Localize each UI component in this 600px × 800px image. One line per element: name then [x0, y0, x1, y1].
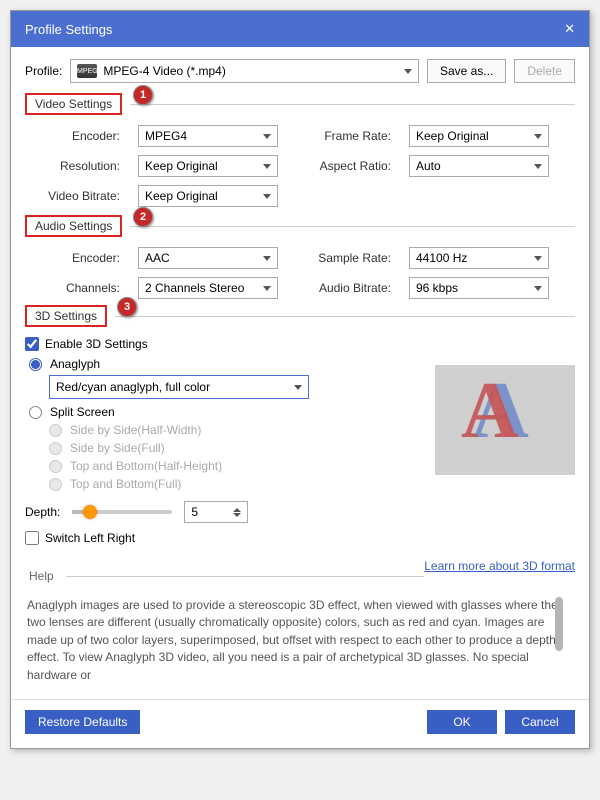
help-title: Help: [25, 567, 58, 585]
restore-defaults-button[interactable]: Restore Defaults: [25, 710, 140, 734]
tb-full-label: Top and Bottom(Full): [70, 477, 181, 491]
anaglyph-preview-icon: AA: [465, 380, 545, 460]
mpeg-icon: MPEG: [77, 64, 97, 78]
aspect-label: Aspect Ratio:: [296, 159, 391, 173]
depth-spinner[interactable]: 5: [184, 501, 248, 523]
encoder-label: Encoder:: [25, 129, 120, 143]
aspect-select[interactable]: Auto: [409, 155, 549, 177]
audio-encoder-label: Encoder:: [25, 251, 120, 265]
chevron-down-icon: [263, 134, 271, 139]
split-screen-label: Split Screen: [50, 405, 115, 419]
channels-label: Channels:: [25, 281, 120, 295]
framerate-select[interactable]: Keep Original: [409, 125, 549, 147]
3d-settings-header: 3D Settings 3: [25, 305, 575, 327]
audio-encoder-select[interactable]: AAC: [138, 247, 278, 269]
chevron-down-icon: [263, 286, 271, 291]
video-encoder-select[interactable]: MPEG4: [138, 125, 278, 147]
anaglyph-label: Anaglyph: [50, 357, 100, 371]
tb-full-radio: [49, 478, 62, 491]
channels-select[interactable]: 2 Channels Stereo: [138, 277, 278, 299]
video-bitrate-select[interactable]: Keep Original: [138, 185, 278, 207]
audio-settings-title: Audio Settings: [25, 215, 122, 237]
chevron-down-icon: [534, 286, 542, 291]
chevron-down-icon: [534, 164, 542, 169]
depth-slider[interactable]: [72, 510, 172, 514]
help-text: Anaglyph images are used to provide a st…: [25, 595, 575, 683]
chevron-down-icon: [263, 164, 271, 169]
profile-value: MPEG-4 Video (*.mp4): [103, 64, 226, 78]
chevron-down-icon: [294, 385, 302, 390]
delete-button: Delete: [514, 59, 575, 83]
tb-half-label: Top and Bottom(Half-Height): [70, 459, 222, 473]
samplerate-label: Sample Rate:: [296, 251, 391, 265]
badge-3: 3: [117, 297, 137, 317]
close-icon[interactable]: ✕: [564, 21, 575, 37]
profile-label: Profile:: [25, 64, 62, 78]
chevron-down-icon: [263, 256, 271, 261]
save-as-button[interactable]: Save as...: [427, 59, 506, 83]
video-bitrate-label: Video Bitrate:: [25, 189, 120, 203]
video-settings-header: Video Settings 1: [25, 93, 575, 115]
sbs-half-label: Side by Side(Half-Width): [70, 423, 201, 437]
badge-2: 2: [133, 207, 153, 227]
switch-lr-checkbox[interactable]: [25, 531, 39, 545]
footer: Restore Defaults OK Cancel: [11, 699, 589, 748]
chevron-down-icon: [534, 256, 542, 261]
enable-3d-label: Enable 3D Settings: [45, 337, 148, 351]
chevron-down-icon: [534, 134, 542, 139]
framerate-label: Frame Rate:: [296, 129, 391, 143]
audio-bitrate-label: Audio Bitrate:: [296, 281, 391, 295]
badge-1: 1: [133, 85, 153, 105]
resolution-label: Resolution:: [25, 159, 120, 173]
help-header: Help: [25, 567, 424, 585]
3d-preview: AA: [435, 365, 575, 475]
sbs-full-label: Side by Side(Full): [70, 441, 165, 455]
profile-settings-window: Profile Settings ✕ Profile: MPEG MPEG-4 …: [10, 10, 590, 749]
3d-settings-title: 3D Settings: [25, 305, 107, 327]
ok-button[interactable]: OK: [427, 710, 497, 734]
sbs-full-radio: [49, 442, 62, 455]
profile-row: Profile: MPEG MPEG-4 Video (*.mp4) Save …: [25, 59, 575, 83]
titlebar: Profile Settings ✕: [11, 11, 589, 47]
video-settings-title: Video Settings: [25, 93, 122, 115]
resolution-select[interactable]: Keep Original: [138, 155, 278, 177]
learn-more-link[interactable]: Learn more about 3D format: [424, 559, 575, 573]
enable-3d-checkbox[interactable]: [25, 337, 39, 351]
cancel-button[interactable]: Cancel: [505, 710, 575, 734]
scrollbar[interactable]: [553, 595, 563, 683]
chevron-down-icon: [263, 194, 271, 199]
anaglyph-mode-select[interactable]: Red/cyan anaglyph, full color: [49, 375, 309, 399]
depth-label: Depth:: [25, 505, 60, 519]
chevron-down-icon: [404, 69, 412, 74]
split-screen-radio[interactable]: [29, 406, 42, 419]
profile-select[interactable]: MPEG MPEG-4 Video (*.mp4): [70, 59, 419, 83]
scroll-thumb[interactable]: [555, 597, 563, 651]
samplerate-select[interactable]: 44100 Hz: [409, 247, 549, 269]
audio-settings-header: Audio Settings 2: [25, 215, 575, 237]
tb-half-radio: [49, 460, 62, 473]
sbs-half-radio: [49, 424, 62, 437]
window-title: Profile Settings: [25, 22, 112, 37]
audio-bitrate-select[interactable]: 96 kbps: [409, 277, 549, 299]
anaglyph-radio[interactable]: [29, 358, 42, 371]
switch-lr-label: Switch Left Right: [45, 531, 135, 545]
